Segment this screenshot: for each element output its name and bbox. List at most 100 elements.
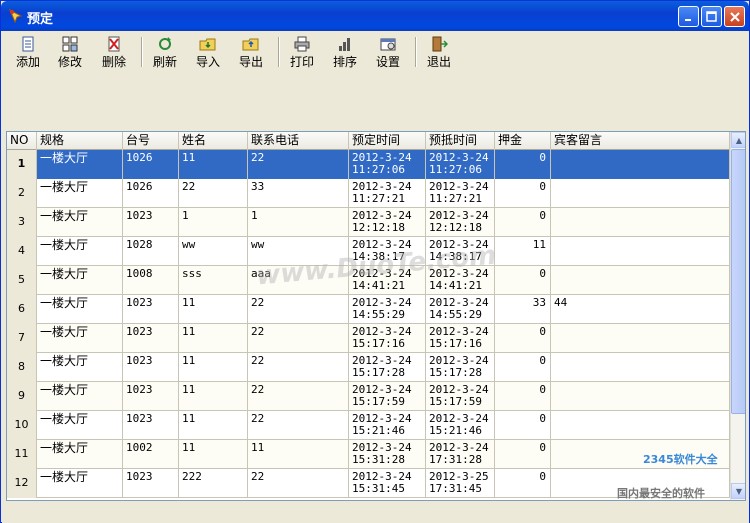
cell-spec[interactable]: 一楼大厅 [37,179,123,208]
cell-phone[interactable]: 22 [248,411,349,440]
table-row[interactable]: 7 一楼大厅 1023 11 22 2012-3-24 15:17:16 2012-3-24… [7,324,730,353]
cell-deposit[interactable]: 0 [495,353,551,382]
cell-phone[interactable]: aaa [248,266,349,295]
import-button[interactable]: 导入 [188,34,228,70]
cell-guest-message[interactable] [551,411,730,440]
cell-table-no[interactable]: 1026 [123,150,179,179]
cell-booked-time[interactable]: 2012-3-24 15:31:45 [349,469,426,498]
cell-booked-time[interactable]: 2012-3-24 14:41:21 [349,266,426,295]
cell-table-no[interactable]: 1002 [123,440,179,469]
cell-booked-time[interactable]: 2012-3-24 15:17:28 [349,353,426,382]
cell-deposit[interactable]: 0 [495,208,551,237]
cell-deposit[interactable]: 33 [495,295,551,324]
cell-guest-message[interactable] [551,208,730,237]
row-number[interactable]: 3 [7,208,37,237]
cell-table-no[interactable]: 1008 [123,266,179,295]
cell-spec[interactable]: 一楼大厅 [37,382,123,411]
row-number[interactable]: 2 [7,179,37,208]
column-header-message[interactable]: 宾客留言 [551,132,730,150]
column-header-table[interactable]: 台号 [123,132,179,150]
cell-guest-name[interactable]: 11 [179,411,248,440]
row-number[interactable]: 10 [7,411,37,440]
cell-booked-time[interactable]: 2012-3-24 11:27:06 [349,150,426,179]
cell-guest-name[interactable]: 11 [179,150,248,179]
sort-button[interactable]: 排序 [325,34,365,70]
cell-phone[interactable]: 22 [248,469,349,498]
maximize-button[interactable] [701,6,722,27]
minimize-button[interactable] [678,6,699,27]
table-row[interactable]: 1 一楼大厅 1026 11 22 2012-3-24 11:27:06 2012-3-24… [7,150,730,179]
cell-guest-name[interactable]: 11 [179,440,248,469]
cell-guest-name[interactable]: 11 [179,324,248,353]
cell-spec[interactable]: 一楼大厅 [37,440,123,469]
cell-arrival-time[interactable]: 2012-3-24 11:27:06 [426,150,495,179]
column-header-deposit[interactable]: 押金 [495,132,551,150]
cell-spec[interactable]: 一楼大厅 [37,237,123,266]
cell-booked-time[interactable]: 2012-3-24 11:27:21 [349,179,426,208]
cell-spec[interactable]: 一楼大厅 [37,411,123,440]
cell-arrival-time[interactable]: 2012-3-24 14:41:21 [426,266,495,295]
cell-guest-name[interactable]: 11 [179,295,248,324]
table-row[interactable]: 12 一楼大厅 1023 222 22 2012-3-24 15:31:45 2012-3-… [7,469,730,498]
cell-spec[interactable]: 一楼大厅 [37,150,123,179]
scroll-thumb[interactable] [731,149,745,414]
row-number[interactable]: 8 [7,353,37,382]
row-number[interactable]: 6 [7,295,37,324]
cell-guest-message[interactable] [551,324,730,353]
cell-guest-message[interactable] [551,237,730,266]
cell-deposit[interactable]: 0 [495,150,551,179]
cell-arrival-time[interactable]: 2012-3-24 15:17:16 [426,324,495,353]
table-row[interactable]: 8 一楼大厅 1023 11 22 2012-3-24 15:17:28 2012-3-24… [7,353,730,382]
cell-deposit[interactable]: 0 [495,266,551,295]
cell-guest-name[interactable]: 222 [179,469,248,498]
cell-phone[interactable]: 22 [248,382,349,411]
table-row[interactable]: 6 一楼大厅 1023 11 22 2012-3-24 14:55:29 2012-3-24… [7,295,730,324]
cell-spec[interactable]: 一楼大厅 [37,208,123,237]
cell-guest-message[interactable] [551,179,730,208]
cell-phone[interactable]: 22 [248,295,349,324]
cell-guest-message[interactable] [551,266,730,295]
cell-table-no[interactable]: 1023 [123,295,179,324]
cell-booked-time[interactable]: 2012-3-24 15:31:28 [349,440,426,469]
cell-booked-time[interactable]: 2012-3-24 12:12:18 [349,208,426,237]
cell-guest-message[interactable] [551,469,730,498]
cell-table-no[interactable]: 1023 [123,469,179,498]
edit-button[interactable]: 修改 [50,34,90,70]
cell-arrival-time[interactable]: 2012-3-24 12:12:18 [426,208,495,237]
cell-deposit[interactable]: 0 [495,440,551,469]
column-header-spec[interactable]: 规格 [37,132,123,150]
cell-deposit[interactable]: 0 [495,382,551,411]
cell-booked-time[interactable]: 2012-3-24 15:17:59 [349,382,426,411]
cell-booked-time[interactable]: 2012-3-24 14:38:17 [349,237,426,266]
cell-table-no[interactable]: 1023 [123,353,179,382]
cell-guest-name[interactable]: 11 [179,382,248,411]
cell-spec[interactable]: 一楼大厅 [37,295,123,324]
refresh-button[interactable]: 刷新 [145,34,185,70]
cell-booked-time[interactable]: 2012-3-24 15:21:46 [349,411,426,440]
add-button[interactable]: 添加 [8,34,48,70]
cell-arrival-time[interactable]: 2012-3-24 15:21:46 [426,411,495,440]
cell-arrival-time[interactable]: 2012-3-24 15:17:28 [426,353,495,382]
table-row[interactable]: 11 一楼大厅 1002 11 11 2012-3-24 15:31:28 2012-3-2… [7,440,730,469]
cell-table-no[interactable]: 1023 [123,208,179,237]
cell-guest-name[interactable]: 1 [179,208,248,237]
delete-button[interactable]: 删除 [94,34,134,70]
row-number[interactable]: 1 [7,150,37,179]
cell-guest-message[interactable] [551,353,730,382]
row-number[interactable]: 11 [7,440,37,469]
title-bar[interactable]: 预定 [1,1,749,31]
cell-table-no[interactable]: 1028 [123,237,179,266]
row-number[interactable]: 9 [7,382,37,411]
table-row[interactable]: 2 一楼大厅 1026 22 33 2012-3-24 11:27:21 2012-3-24… [7,179,730,208]
column-header-booked[interactable]: 预定时间 [349,132,426,150]
cell-guest-name[interactable]: ww [179,237,248,266]
cell-phone[interactable]: 11 [248,440,349,469]
table-row[interactable]: 10 一楼大厅 1023 11 22 2012-3-24 15:21:46 2012-3-2… [7,411,730,440]
scroll-down-button[interactable]: ▼ [731,483,745,499]
cell-booked-time[interactable]: 2012-3-24 15:17:16 [349,324,426,353]
export-button[interactable]: 导出 [231,34,271,70]
scroll-up-button[interactable]: ▲ [731,132,745,148]
row-number[interactable]: 12 [7,469,37,498]
cell-phone[interactable]: 1 [248,208,349,237]
cell-guest-message[interactable]: 44 [551,295,730,324]
